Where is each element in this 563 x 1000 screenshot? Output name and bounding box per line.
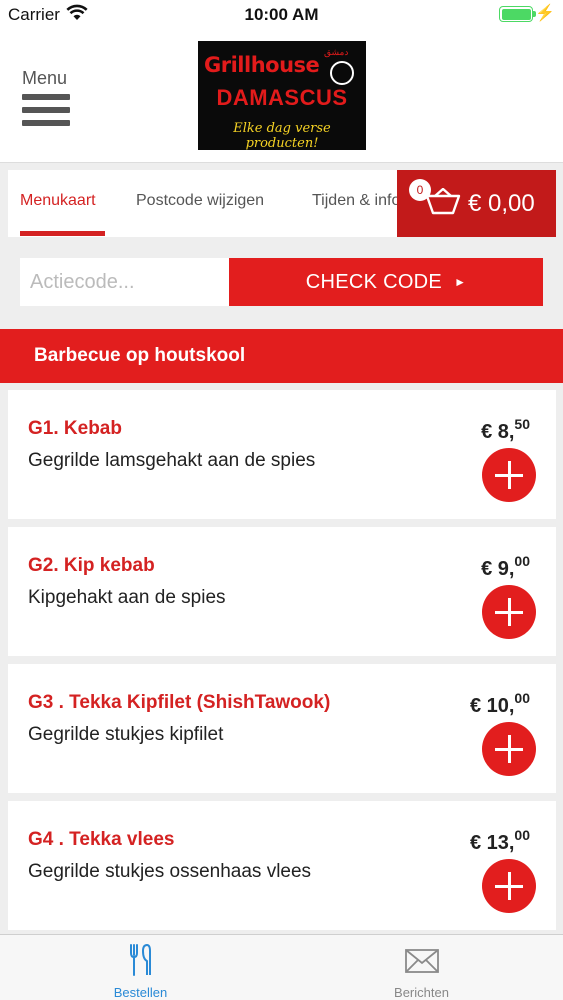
product-name: G3 . Tekka Kipfilet (ShishTawook)	[28, 692, 331, 713]
product-name: G1. Kebab	[28, 418, 122, 439]
action-code-input[interactable]	[20, 258, 229, 306]
charging-icon: ⚡	[535, 5, 555, 22]
product-name: G2. Kip kebab	[28, 555, 155, 576]
logo-tagline: Elke dag verse producten!	[233, 121, 331, 151]
add-to-cart-button[interactable]	[482, 722, 536, 776]
product-description: Gegrilde stukjes ossenhaas vlees	[28, 861, 312, 882]
product-card[interactable]: G4 . Tekka vlees Gegrilde stukjes ossenh…	[8, 801, 556, 930]
product-description: Gegrilde lamsgehakt aan de spies	[28, 450, 316, 471]
tab-bestellen-label: Bestellen	[113, 985, 168, 1000]
app-header: Menu دمشق Grillhouse DAMASCUS Elke dag v…	[0, 30, 563, 163]
product-price: € 8,50	[481, 416, 530, 443]
bottom-tab-bar: Bestellen Berichten	[0, 934, 563, 1000]
check-code-label: CHECK CODE	[305, 270, 443, 293]
status-bar: Carrier 10:00 AM ⚡	[0, 0, 563, 30]
product-price: € 10,00	[469, 690, 530, 717]
tab-tijden-info[interactable]: Tijden & info	[312, 192, 398, 210]
cart-total: € 0,00	[468, 190, 535, 217]
product-description: Gegrilde stukjes kipfilet	[28, 724, 224, 745]
tab-postcode-wijzigen[interactable]: Postcode wijzigen	[136, 192, 264, 210]
tab-menukaart[interactable]: Menukaart	[20, 192, 96, 210]
fork-knife-icon	[129, 944, 151, 976]
hamburger-icon	[22, 94, 70, 133]
cart-count-badge: 0	[409, 179, 431, 201]
product-name: G4 . Tekka vlees	[28, 829, 175, 850]
check-code-button[interactable]: CHECK CODE ►	[229, 258, 543, 306]
logo-ornament: دمشق	[324, 47, 349, 57]
product-card[interactable]: G3 . Tekka Kipfilet (ShishTawook) Gegril…	[8, 664, 556, 793]
menu-label: Menu	[22, 68, 68, 88]
clock: 10:00 AM	[244, 5, 319, 24]
tab-berichten-label: Berichten	[394, 985, 449, 1000]
logo-line-1: Grillhouse	[204, 53, 320, 77]
category-title: Barbecue op houtskool	[34, 345, 246, 366]
rooster-emblem-icon	[330, 61, 354, 85]
active-tab-indicator	[20, 231, 105, 236]
tab-berichten[interactable]: Berichten	[281, 935, 562, 1000]
product-description: Kipgehakt aan de spies	[28, 587, 226, 608]
tab-bestellen[interactable]: Bestellen	[0, 935, 281, 1000]
product-card[interactable]: G2. Kip kebab Kipgehakt aan de spies € 9…	[8, 527, 556, 656]
product-price: € 13,00	[469, 827, 530, 854]
restaurant-logo: دمشق Grillhouse DAMASCUS Elke dag verse …	[198, 41, 366, 151]
logo-line-2: DAMASCUS	[216, 85, 348, 110]
add-to-cart-button[interactable]	[482, 859, 536, 913]
add-to-cart-button[interactable]	[482, 448, 536, 502]
tab-bar: Menukaart Postcode wijzigen Tijden & inf…	[8, 170, 398, 237]
product-card[interactable]: G1. Kebab Gegrilde lamsgehakt aan de spi…	[8, 390, 556, 519]
battery-icon	[499, 6, 533, 22]
category-header: Barbecue op houtskool	[0, 329, 563, 383]
envelope-icon	[404, 949, 439, 973]
menu-button[interactable]: Menu	[22, 68, 82, 130]
add-to-cart-button[interactable]	[482, 585, 536, 639]
play-arrow-icon: ►	[454, 274, 467, 289]
product-price: € 9,00	[481, 553, 530, 580]
cart-button[interactable]: 0 € 0,00	[397, 170, 556, 237]
